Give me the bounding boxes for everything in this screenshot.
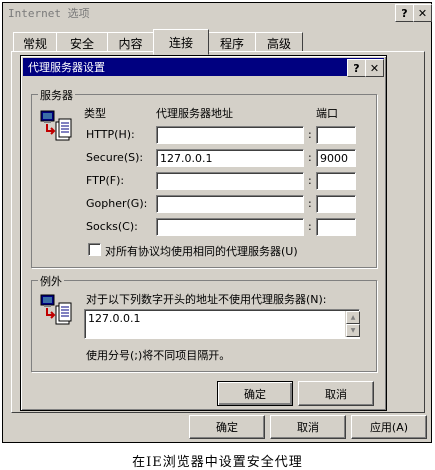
tab-connections[interactable]: 连接 — [153, 29, 209, 55]
outer-apply-button[interactable]: 应用(A) — [351, 415, 427, 439]
socks-colon: : — [308, 220, 312, 233]
dialog-cancel-button[interactable]: 取消 — [298, 381, 374, 406]
http-colon: : — [308, 128, 312, 141]
figure-caption: 在IE浏览器中设置安全代理 — [132, 455, 303, 470]
dialog-ok-button[interactable]: 确定 — [217, 381, 293, 406]
gopher-port-input[interactable] — [316, 195, 356, 213]
dialog-close-button[interactable]: ✕ — [365, 59, 384, 77]
same-proxy-label[interactable]: 对所有协议均使用相同的代理服务器(U) — [105, 243, 298, 259]
servers-legend: 服务器 — [38, 87, 75, 103]
http-address-input[interactable] — [156, 126, 304, 144]
servers-group: 服务器 类型 代理服务器地址 端口 HTTP(H): : Secure(S): … — [31, 87, 377, 268]
outer-ok-button[interactable]: 确定 — [189, 415, 265, 439]
port-column-header: 端口 — [316, 107, 338, 120]
proxy-dialog-titlebar[interactable]: 代理服务器设置 — [23, 58, 384, 76]
secure-colon: : — [308, 151, 312, 164]
socks-label: Socks(C): — [86, 220, 138, 233]
network-proxy-icon — [40, 110, 72, 141]
http-label: HTTP(H): — [86, 128, 135, 141]
proxy-dialog-title: 代理服务器设置 — [28, 61, 105, 74]
type-column-header: 类型 — [84, 107, 106, 120]
ftp-port-input[interactable] — [316, 172, 356, 190]
ftp-label: FTP(F): — [86, 174, 125, 187]
scroll-up-arrow-icon[interactable]: ▲ — [346, 311, 360, 324]
ftp-address-input[interactable] — [156, 172, 304, 190]
exceptions-hint: 使用分号(;)将不同项目隔开。 — [86, 349, 231, 362]
scroll-down-arrow-icon[interactable]: ▼ — [346, 324, 360, 337]
secure-address-input[interactable]: 127.0.0.1 — [156, 149, 304, 167]
socks-address-input[interactable] — [156, 218, 304, 236]
exceptions-scrollbar[interactable]: ▲ ▼ — [345, 311, 360, 337]
window-title: Internet 选项 — [8, 6, 90, 20]
network-exceptions-icon — [40, 294, 72, 325]
proxy-settings-dialog: 代理服务器设置 ? ✕ 服务器 类型 代理服务器地址 端口 HTTP(H): :… — [20, 55, 387, 411]
http-port-input[interactable] — [316, 126, 356, 144]
exceptions-description: 对于以下列数字开头的地址不使用代理服务器(N): — [86, 293, 327, 306]
secure-label: Secure(S): — [86, 151, 144, 164]
exceptions-legend: 例外 — [38, 273, 64, 289]
gopher-address-input[interactable] — [156, 195, 304, 213]
same-proxy-checkbox[interactable] — [88, 243, 101, 256]
exceptions-group: 例外 对于以下列数字开头的地址不使用代理服务器(N): 127.0.0.1 ▲ … — [31, 273, 377, 372]
socks-port-input[interactable] — [316, 218, 356, 236]
ftp-colon: : — [308, 174, 312, 187]
exceptions-textarea[interactable]: 127.0.0.1 — [84, 309, 360, 339]
gopher-label: Gopher(G): — [86, 197, 148, 210]
address-column-header: 代理服务器地址 — [156, 107, 233, 120]
help-button[interactable]: ? — [395, 4, 414, 22]
dialog-help-button[interactable]: ? — [347, 59, 366, 77]
secure-port-input[interactable]: 9000 — [316, 149, 356, 167]
outer-cancel-button[interactable]: 取消 — [270, 415, 346, 439]
internet-options-titlebar[interactable]: Internet 选项 — [3, 3, 431, 22]
gopher-colon: : — [308, 197, 312, 210]
close-button[interactable]: ✕ — [413, 4, 432, 22]
